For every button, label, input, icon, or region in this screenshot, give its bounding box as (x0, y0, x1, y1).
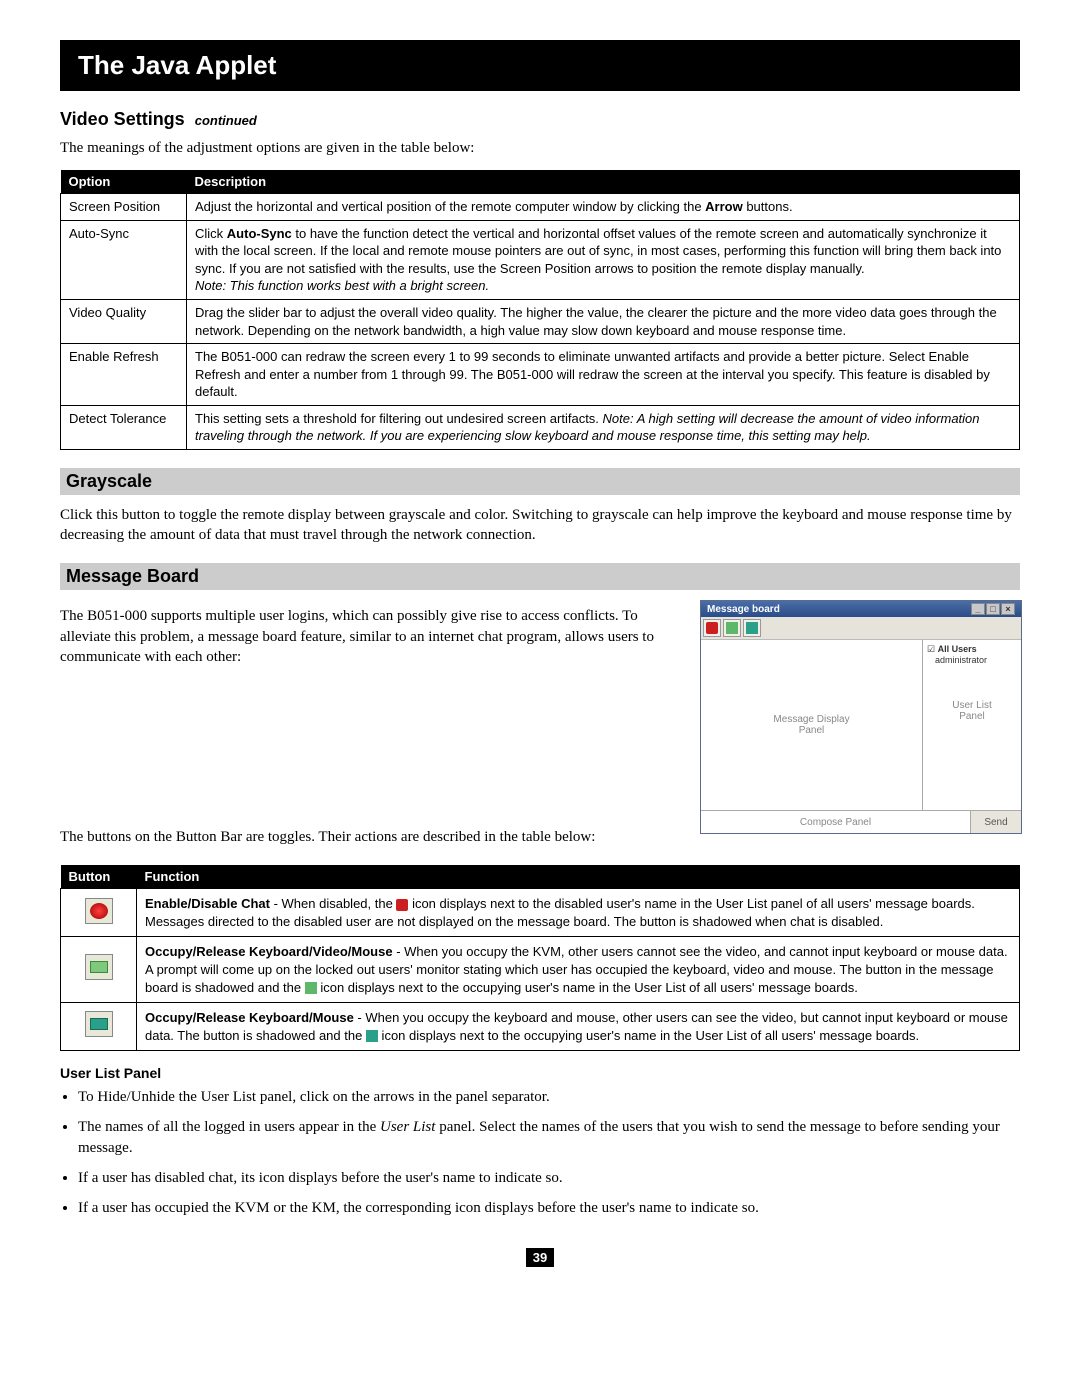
func-cell: Enable/Disable Chat - When disabled, the… (137, 889, 1020, 937)
desc-cell: Drag the slider bar to adjust the overal… (187, 299, 1020, 343)
text: Click (195, 226, 227, 241)
text: buttons. (743, 199, 793, 214)
desc-cell: This setting sets a threshold for filter… (187, 405, 1020, 449)
maximize-icon[interactable]: □ (986, 603, 1000, 615)
video-settings-heading: Video Settings continued (60, 109, 1020, 130)
chat-button-icon (85, 898, 113, 924)
message-board-text: The B051-000 supports multiple user logi… (60, 600, 680, 859)
message-board-row: The B051-000 supports multiple user logi… (60, 600, 1020, 859)
label: Message Display Panel (773, 714, 849, 736)
page-title: The Java Applet (60, 40, 1020, 91)
desc-cell: The B051-000 can redraw the screen every… (187, 344, 1020, 406)
mb-p1: The B051-000 supports multiple user logi… (60, 606, 680, 667)
opt-cell: Enable Refresh (61, 344, 187, 406)
text: icon displays next to the occupying user… (317, 980, 858, 995)
button-icon-cell (61, 889, 137, 937)
user-list-panel: ☑ All Users administrator User List Pane… (923, 640, 1021, 810)
bold-text: Arrow (705, 199, 743, 214)
table-row: Occupy/Release Keyboard/Mouse - When you… (61, 1003, 1020, 1051)
text: Adjust the horizontal and vertical posit… (195, 199, 705, 214)
user-list-panel-heading: User List Panel (60, 1065, 1020, 1081)
mb-toolbar (701, 617, 1021, 640)
text: - When disabled, the (270, 896, 396, 911)
th-description: Description (187, 170, 1020, 194)
text: icon displays next to the occupying user… (378, 1028, 919, 1043)
func-cell: Occupy/Release Keyboard/Video/Mouse - Wh… (137, 937, 1020, 1003)
mb-window: Message board _□× Message Display Panel … (700, 600, 1022, 834)
mb-titlebar: Message board _□× (701, 601, 1021, 617)
desc-cell: Adjust the horizontal and vertical posit… (187, 194, 1020, 221)
user-list-bullets: To Hide/Unhide the User List panel, clic… (78, 1087, 1020, 1218)
close-icon[interactable]: × (1001, 603, 1015, 615)
table-row: Occupy/Release Keyboard/Video/Mouse - Wh… (61, 937, 1020, 1003)
window-controls: _□× (970, 603, 1015, 615)
grayscale-body: Click this button to toggle the remote d… (60, 505, 1020, 546)
video-intro: The meanings of the adjustment options a… (60, 138, 1020, 158)
continued-label: continued (195, 113, 257, 128)
mb-title-text: Message board (707, 604, 780, 615)
user-list-label: User List Panel (923, 700, 1021, 722)
opt-cell: Video Quality (61, 299, 187, 343)
km-button-icon (85, 1011, 113, 1037)
user-admin: administrator (935, 655, 1017, 665)
grayscale-heading: Grayscale (60, 468, 1020, 495)
th-button: Button (61, 865, 137, 889)
text: to have the function detect the vertical… (195, 226, 1001, 276)
text: This setting sets a threshold for filter… (195, 411, 603, 426)
message-board-screenshot: Message board _□× Message Display Panel … (700, 600, 1020, 834)
table-row: Auto-Sync Click Auto-Sync to have the fu… (61, 220, 1020, 299)
button-icon-cell (61, 937, 137, 1003)
bold-text: Occupy/Release Keyboard/Mouse (145, 1010, 354, 1025)
kvm-toggle-icon[interactable] (723, 619, 741, 637)
table-row: Enable Refresh The B051-000 can redraw t… (61, 344, 1020, 406)
button-function-table: Button Function Enable/Disable Chat - Wh… (60, 865, 1020, 1051)
compose-panel[interactable]: Compose Panel (701, 811, 970, 833)
table-row: Screen Position Adjust the horizontal an… (61, 194, 1020, 221)
table-row: Enable/Disable Chat - When disabled, the… (61, 889, 1020, 937)
list-item: If a user has occupied the KVM or the KM… (78, 1198, 1020, 1218)
km-toggle-icon[interactable] (743, 619, 761, 637)
page-number: 39 (526, 1248, 554, 1267)
heading-text: Video Settings (60, 109, 185, 129)
chat-toggle-icon[interactable] (703, 619, 721, 637)
message-board-heading: Message Board (60, 563, 1020, 590)
table-row: Video Quality Drag the slider bar to adj… (61, 299, 1020, 343)
chat-inline-icon (396, 899, 408, 911)
desc-cell: Click Auto-Sync to have the function det… (187, 220, 1020, 299)
page-container: The Java Applet Video Settings continued… (0, 0, 1080, 1307)
th-option: Option (61, 170, 187, 194)
compose-row: Compose Panel Send (701, 810, 1021, 833)
kvm-inline-icon (305, 982, 317, 994)
func-cell: Occupy/Release Keyboard/Mouse - When you… (137, 1003, 1020, 1051)
list-item: If a user has disabled chat, its icon di… (78, 1168, 1020, 1188)
table-row: Detect Tolerance This setting sets a thr… (61, 405, 1020, 449)
all-users-label: All Users (938, 644, 977, 654)
kvm-button-icon (85, 954, 113, 980)
mb-p2: The buttons on the Button Bar are toggle… (60, 827, 680, 847)
bold-text: Auto-Sync (227, 226, 292, 241)
opt-cell: Auto-Sync (61, 220, 187, 299)
list-item: The names of all the logged in users app… (78, 1117, 1020, 1158)
bold-text: Enable/Disable Chat (145, 896, 270, 911)
video-options-table: Option Description Screen Position Adjus… (60, 170, 1020, 450)
list-item: To Hide/Unhide the User List panel, clic… (78, 1087, 1020, 1107)
button-icon-cell (61, 1003, 137, 1051)
th-function: Function (137, 865, 1020, 889)
km-inline-icon (366, 1030, 378, 1042)
note-text: Note: This function works best with a br… (195, 278, 489, 293)
mb-body: Message Display Panel ☑ All Users admini… (701, 640, 1021, 810)
bold-text: Occupy/Release Keyboard/Video/Mouse (145, 944, 393, 959)
opt-cell: Detect Tolerance (61, 405, 187, 449)
message-display-panel: Message Display Panel (701, 640, 923, 810)
opt-cell: Screen Position (61, 194, 187, 221)
send-button[interactable]: Send (970, 811, 1021, 833)
text: The names of all the logged in users app… (78, 1119, 380, 1135)
minimize-icon[interactable]: _ (971, 603, 985, 615)
italic-text: User List (380, 1119, 435, 1135)
